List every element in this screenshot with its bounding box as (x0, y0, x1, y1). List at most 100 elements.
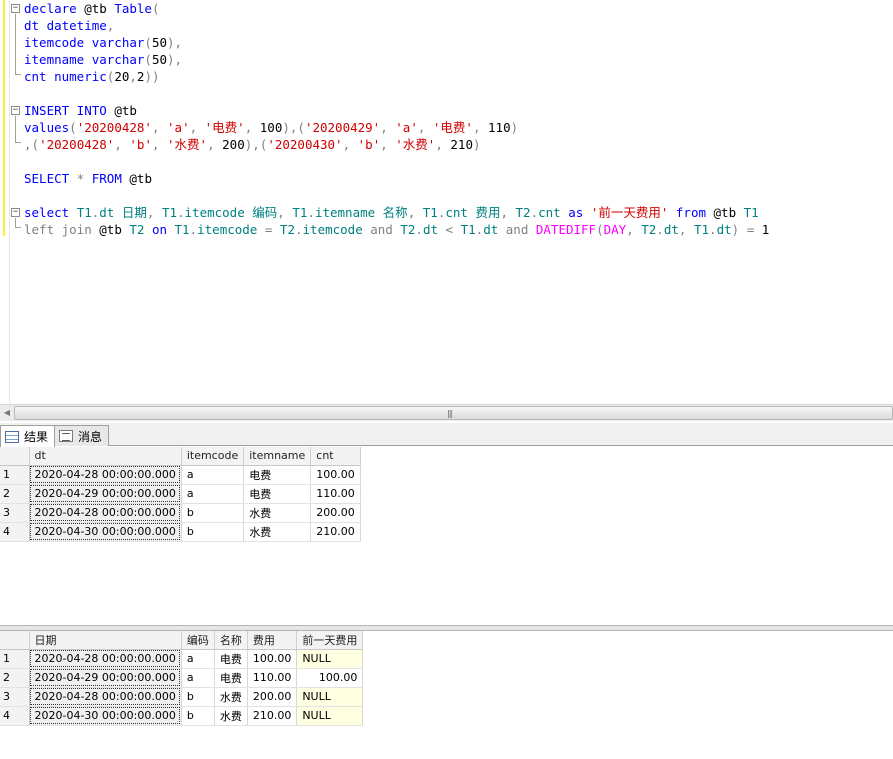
code-text[interactable]: declare @tb Table(dt datetime, itemcode v… (24, 0, 769, 238)
scrollbar-thumb[interactable]: ||| (14, 406, 893, 420)
column-header[interactable]: 费用 (247, 631, 298, 650)
code-token: ( (144, 35, 152, 50)
row-header-corner[interactable] (0, 631, 30, 650)
code-token: T2 (641, 222, 657, 237)
row-number[interactable]: 2 (0, 484, 30, 504)
row-number[interactable]: 3 (0, 503, 30, 523)
table-row[interactable]: 1 2020-04-28 00:00:00.000 a 电费 100.00 (0, 465, 361, 485)
table-cell[interactable]: 210.00 (310, 522, 361, 542)
sql-editor[interactable]: − − − declare @tb Table(dt datetime, item… (0, 0, 893, 404)
table-cell[interactable]: 2020-04-30 00:00:00.000 (29, 706, 182, 726)
table-cell[interactable]: 110.00 (310, 484, 361, 504)
code-line[interactable]: INSERT INTO @tb (24, 102, 769, 119)
table-row[interactable]: 3 2020-04-28 00:00:00.000 b 水费 200.00 NULL (0, 687, 364, 707)
table-cell[interactable]: 110.00 (247, 668, 298, 688)
table-cell[interactable]: 2020-04-29 00:00:00.000 (29, 484, 182, 504)
table-cell[interactable]: b (181, 522, 245, 542)
table-cell[interactable]: b (181, 706, 215, 726)
table-cell[interactable]: 2020-04-29 00:00:00.000 (29, 668, 182, 688)
code-line[interactable] (24, 85, 769, 102)
table-cell[interactable]: 200.00 (247, 687, 298, 707)
row-header-corner[interactable] (0, 447, 30, 466)
code-line[interactable]: itemcode varchar(50), (24, 34, 769, 51)
column-header[interactable]: itemname (243, 447, 312, 466)
column-header[interactable]: 编码 (181, 631, 215, 650)
column-header[interactable]: dt (29, 447, 182, 466)
code-line[interactable]: SELECT * FROM @tb (24, 170, 769, 187)
table-cell[interactable]: 2020-04-28 00:00:00.000 (29, 503, 182, 523)
table-row[interactable]: 1 2020-04-28 00:00:00.000 a 电费 100.00 NULL (0, 649, 364, 669)
collapse-icon[interactable]: − (11, 4, 20, 13)
column-header[interactable]: itemcode (181, 447, 245, 466)
row-number[interactable]: 4 (0, 706, 30, 726)
table-cell[interactable]: a (181, 668, 215, 688)
table-cell[interactable]: a (181, 649, 215, 669)
table-cell[interactable]: 水费 (243, 503, 312, 523)
table-cell[interactable]: 水费 (214, 687, 248, 707)
code-line[interactable]: left join @tb T2 on T1.itemcode = T2.ite… (24, 221, 769, 238)
tab-results[interactable]: 结果 (0, 425, 56, 447)
table-row[interactable]: 4 2020-04-30 00:00:00.000 b 水费 210.00 (0, 522, 361, 542)
result-table[interactable]: 日期 编码 名称 费用 前一天费用 1 2020-04-28 00:00:00.000 a 电… (0, 631, 364, 726)
table-cell[interactable]: 水费 (243, 522, 312, 542)
code-token: cnt numeric (24, 69, 107, 84)
table-cell[interactable]: a (181, 465, 245, 485)
code-line[interactable]: select T1.dt 日期, T1.itemcode 编码, T1.item… (24, 204, 769, 221)
table-cell[interactable]: 2020-04-28 00:00:00.000 (29, 649, 182, 669)
collapse-icon[interactable]: − (11, 208, 20, 217)
result-table[interactable]: dt itemcode itemname cnt 1 2020-04-28 00:00:… (0, 447, 361, 542)
table-cell[interactable]: 100.00 (247, 649, 298, 669)
code-line[interactable]: dt datetime, (24, 17, 769, 34)
table-cell[interactable]: 水费 (214, 706, 248, 726)
table-cell[interactable]: 200.00 (310, 503, 361, 523)
code-line[interactable]: cnt numeric(20,2)) (24, 68, 769, 85)
table-cell[interactable]: NULL (296, 649, 364, 669)
result-grid-1[interactable]: dt itemcode itemname cnt 1 2020-04-28 00:00:… (0, 447, 893, 625)
table-cell[interactable]: a (181, 484, 245, 504)
table-cell[interactable]: NULL (296, 706, 364, 726)
code-line[interactable]: values('20200428', 'a', '电费', 100),('202… (24, 119, 769, 136)
code-line[interactable]: itemname varchar(50), (24, 51, 769, 68)
column-header[interactable]: 前一天费用 (296, 631, 364, 650)
code-line[interactable] (24, 153, 769, 170)
table-cell[interactable]: 2020-04-28 00:00:00.000 (29, 687, 182, 707)
code-line[interactable] (24, 187, 769, 204)
table-cell[interactable]: NULL (296, 687, 364, 707)
scroll-left-arrow-icon[interactable]: ◀ (0, 405, 14, 421)
table-cell[interactable]: b (181, 503, 245, 523)
table-row[interactable]: 2 2020-04-29 00:00:00.000 a 电费 110.00 (0, 484, 361, 504)
column-header[interactable]: cnt (310, 447, 361, 466)
collapse-icon[interactable]: − (11, 106, 20, 115)
code-token: 100 (259, 120, 283, 135)
column-header[interactable]: 名称 (214, 631, 248, 650)
code-line[interactable]: ,('20200428', 'b', '水费', 200),('20200430… (24, 136, 769, 153)
column-header[interactable]: 日期 (29, 631, 182, 650)
table-cell[interactable]: 电费 (243, 465, 312, 485)
row-number[interactable]: 1 (0, 465, 30, 485)
code-token: ) (472, 137, 481, 152)
table-cell[interactable]: 电费 (214, 668, 248, 688)
table-cell[interactable]: 2020-04-28 00:00:00.000 (29, 465, 182, 485)
editor-horizontal-scrollbar[interactable]: ◀ ||| (0, 404, 893, 421)
result-grid-2[interactable]: 日期 编码 名称 费用 前一天费用 1 2020-04-28 00:00:00.000 a 电… (0, 631, 893, 759)
table-cell[interactable]: 100.00 (310, 465, 361, 485)
table-cell[interactable]: 2020-04-30 00:00:00.000 (29, 522, 182, 542)
code-line[interactable]: declare @tb Table( (24, 0, 769, 17)
table-row[interactable]: 2 2020-04-29 00:00:00.000 a 电费 110.00 100.00 (0, 668, 364, 688)
table-row[interactable]: 4 2020-04-30 00:00:00.000 b 水费 210.00 NULL (0, 706, 364, 726)
table-cell[interactable]: 210.00 (247, 706, 298, 726)
table-cell[interactable]: 100.00 (296, 668, 364, 688)
table-cell[interactable]: 电费 (243, 484, 312, 504)
code-token: * (76, 171, 92, 186)
row-number[interactable]: 1 (0, 649, 30, 669)
table-cell[interactable]: 电费 (214, 649, 248, 669)
tab-messages[interactable]: 消息 (54, 425, 110, 446)
row-number[interactable]: 3 (0, 687, 30, 707)
fold-end (15, 142, 21, 143)
row-number[interactable]: 4 (0, 522, 30, 542)
table-cell[interactable]: b (181, 687, 215, 707)
row-number[interactable]: 2 (0, 668, 30, 688)
table-row[interactable]: 3 2020-04-28 00:00:00.000 b 水费 200.00 (0, 503, 361, 523)
code-token: ( (151, 1, 160, 16)
code-token: Table (114, 1, 152, 16)
